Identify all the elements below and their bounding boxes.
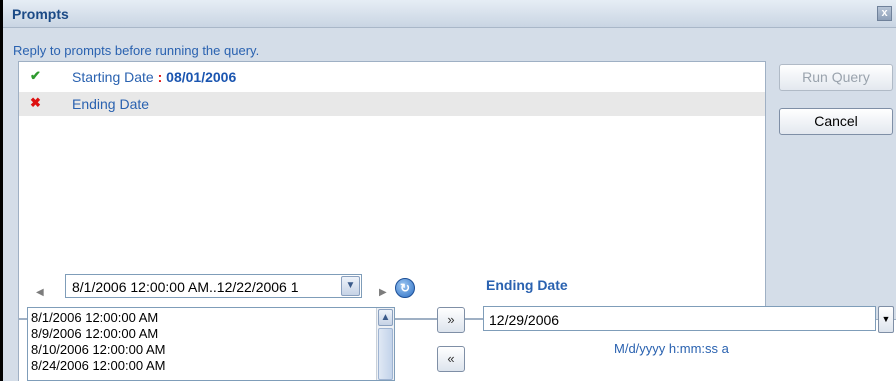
- list-item[interactable]: 8/9/2006 12:00:00 AM: [31, 326, 158, 341]
- prompt-value: 08/01/2006: [166, 69, 237, 85]
- refresh-icon[interactable]: ↻: [395, 278, 415, 298]
- check-icon: ✔: [30, 68, 41, 83]
- cross-icon: ✖: [30, 95, 41, 110]
- list-item[interactable]: 8/10/2006 12:00:00 AM: [31, 342, 165, 357]
- prompt-row-starting-date[interactable]: ✔ Starting Date : 08/01/2006: [19, 65, 765, 89]
- prompt-row-ending-date[interactable]: ✖ Ending Date: [19, 92, 765, 116]
- prompt-separator: :: [157, 69, 163, 85]
- run-query-button[interactable]: Run Query: [779, 64, 893, 91]
- chevron-down-icon[interactable]: ▼: [341, 276, 360, 296]
- prompt-label: Starting Date : 08/01/2006: [72, 69, 236, 85]
- range-select-value: 8/1/2006 12:00:00 AM..12/22/2006 1: [72, 279, 299, 295]
- values-list[interactable]: 8/1/2006 12:00:00 AM 8/9/2006 12:00:00 A…: [27, 307, 395, 381]
- dialog-title: Prompts: [12, 6, 69, 22]
- add-value-button[interactable]: »: [437, 307, 465, 333]
- editor-heading: Ending Date: [486, 277, 568, 293]
- ending-date-field[interactable]: 12/29/2006: [483, 306, 876, 331]
- remove-value-button[interactable]: «: [437, 346, 465, 372]
- list-item[interactable]: 8/1/2006 12:00:00 AM: [31, 310, 158, 325]
- title-bar: Prompts x: [3, 0, 896, 28]
- list-item[interactable]: 8/24/2006 12:00:00 AM: [31, 358, 165, 373]
- range-select[interactable]: 8/1/2006 12:00:00 AM..12/22/2006 1 ▼: [65, 274, 362, 298]
- format-hint: M/d/yyyy h:mm:ss a: [614, 341, 729, 356]
- scroll-up-icon[interactable]: ▲: [378, 309, 393, 326]
- prompts-dialog: Prompts x Reply to prompts before runnin…: [0, 0, 896, 381]
- cancel-button[interactable]: Cancel: [779, 108, 893, 135]
- instruction-text: Reply to prompts before running the quer…: [13, 43, 260, 58]
- chevron-down-icon[interactable]: ▼: [878, 306, 894, 333]
- close-icon[interactable]: x: [877, 6, 892, 21]
- values-scrollbar[interactable]: ▲: [376, 308, 394, 380]
- arrow-left-icon[interactable]: ◀: [36, 287, 44, 298]
- ending-date-value: 12/29/2006: [489, 312, 560, 328]
- arrow-right-icon[interactable]: ▶: [379, 287, 387, 298]
- scroll-thumb[interactable]: [378, 328, 393, 380]
- prompt-name: Starting Date: [72, 69, 154, 85]
- prompt-name: Ending Date: [72, 96, 150, 112]
